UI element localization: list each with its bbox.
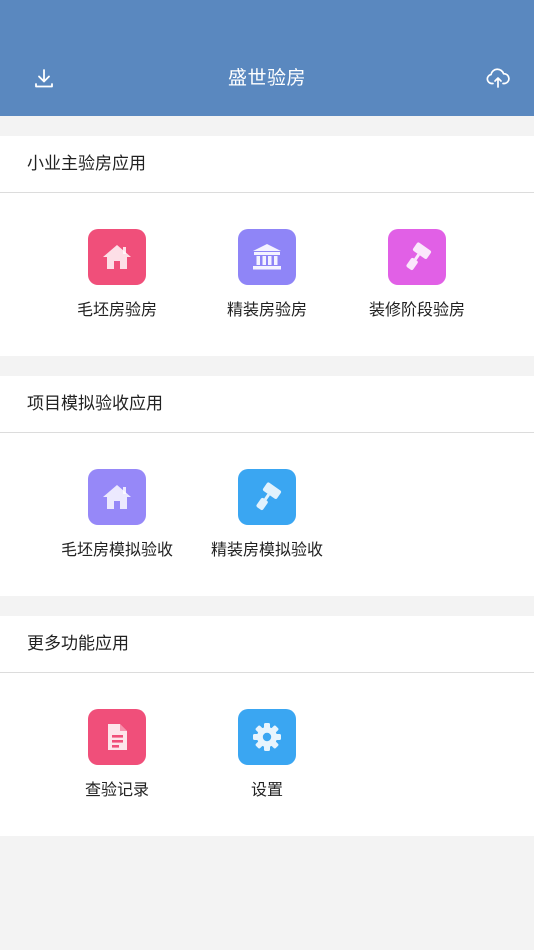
cloud-upload-icon: [486, 68, 510, 88]
app-tile: [238, 469, 296, 525]
section-title: 小业主验房应用: [0, 136, 534, 193]
section-title: 更多功能应用: [0, 616, 534, 673]
app-tile: [88, 229, 146, 285]
paint-roller-icon: [406, 242, 432, 270]
house-icon: [103, 245, 131, 269]
section-title: 项目模拟验收应用: [0, 376, 534, 433]
app-tile: [388, 229, 446, 285]
app-tile: [238, 229, 296, 285]
gear-icon: [253, 723, 281, 751]
bank-icon: [253, 244, 281, 270]
app-rough-house-inspection[interactable]: 毛坯房验房: [42, 229, 192, 321]
app-label: 精装房模拟验收: [210, 540, 323, 559]
upload-button[interactable]: [482, 62, 514, 94]
section-owner-inspection: 小业主验房应用 毛坯房验房 精装房验房 装修阶段验房: [0, 136, 534, 356]
app-tile: [88, 469, 146, 525]
app-label: 毛坯房模拟验收: [60, 540, 173, 559]
app-label: 毛坯房验房: [76, 300, 157, 319]
app-tile: [88, 709, 146, 765]
app-settings[interactable]: 设置: [192, 709, 342, 801]
app-label: 装修阶段验房: [368, 300, 465, 319]
app-inspection-records[interactable]: 查验记录: [42, 709, 192, 801]
app-label: 设置: [250, 780, 283, 799]
paint-roller-icon: [256, 482, 282, 510]
app-grid: 毛坯房验房 精装房验房 装修阶段验房: [0, 193, 534, 356]
document-icon: [108, 724, 127, 750]
section-project-simulation: 项目模拟验收应用 毛坯房模拟验收 精装房模拟验收: [0, 376, 534, 596]
app-grid: 查验记录 设置: [0, 673, 534, 836]
app-header: 盛世验房: [0, 0, 534, 116]
app-grid: 毛坯房模拟验收 精装房模拟验收: [0, 433, 534, 596]
app-tile: [238, 709, 296, 765]
app-finished-house-simulation[interactable]: 精装房模拟验收: [192, 469, 342, 561]
app-rough-house-simulation[interactable]: 毛坯房模拟验收: [42, 469, 192, 561]
house-icon: [103, 485, 131, 509]
app-label: 精装房验房: [226, 300, 307, 319]
section-more-functions: 更多功能应用 查验记录 设置: [0, 616, 534, 836]
app-label: 查验记录: [84, 780, 149, 799]
app-renovation-stage-inspection[interactable]: 装修阶段验房: [342, 229, 492, 321]
page-title: 盛世验房: [227, 67, 306, 89]
app-finished-house-inspection[interactable]: 精装房验房: [192, 229, 342, 321]
